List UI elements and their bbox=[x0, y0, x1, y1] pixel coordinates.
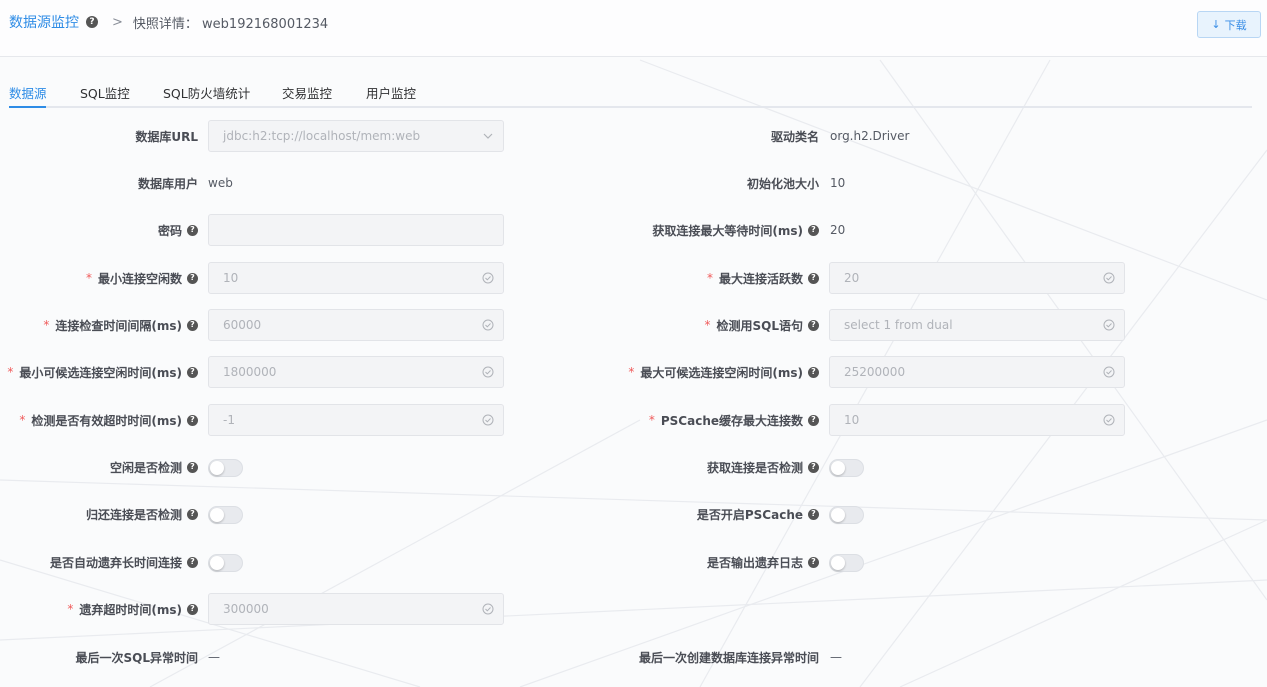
check-circle-icon bbox=[482, 603, 494, 615]
tab-datasource[interactable]: 数据源 bbox=[9, 83, 47, 102]
check-circle-icon bbox=[1103, 366, 1115, 378]
init-pool-label: 初始化池大小 bbox=[746, 176, 819, 191]
check-interval-label: * 连接检查时间间隔(ms)? bbox=[0, 309, 198, 341]
check-circle-icon bbox=[1103, 319, 1115, 331]
password-input[interactable] bbox=[208, 214, 504, 246]
db-url-label: 数据库URL bbox=[135, 129, 198, 144]
max-evictable-label: * 最大可候选连接空闲时间(ms)? bbox=[620, 356, 819, 388]
driver-label: 驱动类名 bbox=[770, 129, 819, 144]
db-url-select[interactable]: jdbc:h2:tcp://localhost/mem:web bbox=[208, 120, 504, 152]
min-evictable-input[interactable]: 1800000 bbox=[208, 356, 504, 388]
log-abandoned-switch[interactable] bbox=[829, 554, 864, 572]
active-tab-indicator bbox=[9, 106, 46, 108]
db-user-value: web bbox=[208, 176, 233, 190]
help-icon[interactable]: ? bbox=[187, 556, 198, 568]
password-label: 密码? bbox=[0, 214, 198, 246]
remove-abandoned-label: 是否自动遗弃长时间连接? bbox=[0, 546, 198, 578]
valid-timeout-label: * 检测是否有效超时时间(ms)? bbox=[0, 404, 198, 436]
help-icon[interactable]: ? bbox=[808, 224, 819, 236]
help-icon[interactable]: ? bbox=[187, 366, 198, 378]
init-pool-value: 10 bbox=[830, 176, 846, 190]
validation-sql-input[interactable]: select 1 from dual bbox=[829, 309, 1125, 341]
breadcrumb: 数据源监控 ? > 快照详情： web192168001234 bbox=[9, 12, 328, 32]
help-icon[interactable]: ? bbox=[808, 461, 819, 473]
page-header: 数据源监控 ? > 快照详情： web192168001234 ↓ 下载 bbox=[0, 0, 1267, 57]
check-circle-icon bbox=[482, 366, 494, 378]
log-abandoned-label: 是否输出遗弃日志? bbox=[620, 546, 819, 578]
tab-sql-firewall[interactable]: SQL防火墙统计 bbox=[163, 83, 250, 102]
validation-sql-label: * 检测用SQL语句? bbox=[620, 309, 819, 341]
last-sql-error-label: 最后一次SQL异常时间 bbox=[75, 650, 199, 665]
abandon-timeout-label: * 遗弃超时时间(ms)? bbox=[0, 593, 198, 625]
max-evictable-input[interactable]: 25200000 bbox=[829, 356, 1125, 388]
test-idle-label: 空闲是否检测? bbox=[0, 451, 198, 483]
chevron-down-icon bbox=[483, 133, 493, 139]
check-circle-icon bbox=[482, 414, 494, 426]
download-icon: ↓ bbox=[1211, 18, 1221, 31]
test-borrow-switch[interactable] bbox=[829, 459, 864, 477]
test-idle-switch[interactable] bbox=[208, 459, 243, 477]
remove-abandoned-switch[interactable] bbox=[208, 554, 243, 572]
last-create-error-label: 最后一次创建数据库连接异常时间 bbox=[638, 650, 819, 665]
max-wait-label: 获取连接最大等待时间(ms)? bbox=[620, 214, 819, 246]
help-icon[interactable]: ? bbox=[808, 508, 819, 520]
valid-timeout-input[interactable]: -1 bbox=[208, 404, 504, 436]
max-active-input[interactable]: 20 bbox=[829, 262, 1125, 294]
check-circle-icon bbox=[1103, 414, 1115, 426]
ps-cache-max-label: * PSCache缓存最大连接数? bbox=[620, 404, 819, 436]
help-icon[interactable]: ? bbox=[86, 16, 98, 28]
help-icon[interactable]: ? bbox=[808, 556, 819, 568]
db-user-label: 数据库用户 bbox=[137, 176, 198, 191]
help-icon[interactable]: ? bbox=[808, 272, 819, 284]
help-icon[interactable]: ? bbox=[808, 414, 819, 426]
help-icon[interactable]: ? bbox=[187, 224, 198, 236]
min-evictable-label: * 最小可候选连接空闲时间(ms)? bbox=[0, 356, 198, 388]
tab-user-monitor[interactable]: 用户监控 bbox=[366, 83, 416, 102]
check-interval-input[interactable]: 60000 bbox=[208, 309, 504, 341]
min-idle-input[interactable]: 10 bbox=[208, 262, 504, 294]
download-button[interactable]: ↓ 下载 bbox=[1197, 11, 1261, 38]
max-active-label: * 最大连接活跃数? bbox=[620, 262, 819, 294]
help-icon[interactable]: ? bbox=[187, 319, 198, 331]
help-icon[interactable]: ? bbox=[808, 319, 819, 331]
help-icon[interactable]: ? bbox=[187, 272, 198, 284]
max-wait-value: 20 bbox=[830, 223, 846, 237]
breadcrumb-current: 快照详情： web192168001234 bbox=[132, 16, 329, 32]
check-circle-icon bbox=[482, 272, 494, 284]
ps-cache-switch[interactable] bbox=[829, 506, 864, 524]
tab-transaction-monitor[interactable]: 交易监控 bbox=[282, 83, 332, 102]
test-return-label: 归还连接是否检测? bbox=[0, 498, 198, 530]
help-icon[interactable]: ? bbox=[187, 414, 198, 426]
min-idle-label: * 最小连接空闲数? bbox=[0, 262, 198, 294]
test-borrow-label: 获取连接是否检测? bbox=[620, 451, 819, 483]
db-url-value: jdbc:h2:tcp://localhost/mem:web bbox=[223, 129, 421, 143]
driver-value: org.h2.Driver bbox=[830, 129, 910, 143]
ps-cache-label: 是否开启PSCache? bbox=[620, 498, 819, 530]
help-icon[interactable]: ? bbox=[187, 461, 198, 473]
help-icon[interactable]: ? bbox=[187, 603, 198, 615]
tab-sql-monitor[interactable]: SQL监控 bbox=[80, 83, 130, 102]
abandon-timeout-input[interactable]: 300000 bbox=[208, 593, 504, 625]
help-icon[interactable]: ? bbox=[187, 508, 198, 520]
test-return-switch[interactable] bbox=[208, 506, 243, 524]
last-sql-error-value: — bbox=[208, 650, 220, 664]
help-icon[interactable]: ? bbox=[808, 366, 819, 378]
ps-cache-max-input[interactable]: 10 bbox=[829, 404, 1125, 436]
chevron-right-icon: > bbox=[112, 14, 123, 30]
breadcrumb-root-link[interactable]: 数据源监控 bbox=[9, 12, 79, 32]
last-create-error-value: — bbox=[830, 650, 842, 664]
check-circle-icon bbox=[482, 319, 494, 331]
download-button-label: 下载 bbox=[1224, 18, 1247, 32]
check-circle-icon bbox=[1103, 272, 1115, 284]
tab-bar: 数据源 SQL监控 SQL防火墙统计 交易监控 用户监控 bbox=[9, 80, 1252, 108]
